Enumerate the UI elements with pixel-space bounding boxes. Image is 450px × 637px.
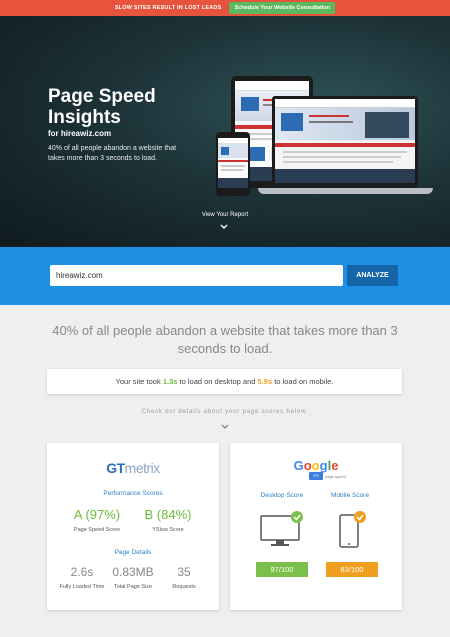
google-logo: Google — [293, 458, 339, 473]
details-prompt: Check out details about your page scores… — [141, 409, 309, 415]
page-details-title: Page Details — [114, 549, 152, 556]
desktop-icon — [260, 511, 303, 546]
gtmetrix-logo: GTmetrix — [106, 460, 160, 476]
desktop-load-time: 1.3s — [162, 377, 178, 386]
top-banner: SLOW SITES RESULT IN LOST LEADS Schedule… — [0, 0, 450, 16]
mobile-icon — [339, 511, 366, 548]
load-time-summary: Your site took 1.3s to load on desktop a… — [47, 369, 402, 394]
banner-message: SLOW SITES RESULT IN LOST LEADS — [114, 5, 222, 11]
gtmetrix-card: GTmetrix Performance Scores A (97%) Page… — [47, 443, 219, 610]
page-size-label: Total Page Size — [113, 584, 153, 590]
pagespeed-sublabel: page speed — [325, 474, 346, 479]
url-input[interactable] — [50, 265, 343, 286]
monitor-device-image — [272, 96, 418, 188]
mobile-score-title: Mobile Score — [331, 492, 369, 499]
pagespeed-label: Page Speed Score — [73, 527, 121, 533]
headline-text: 40% of all people abandon a website that… — [52, 323, 398, 356]
page-size-value: 0.83MB — [112, 565, 154, 579]
yslow-score: B (84%) — [144, 507, 192, 522]
google-pagespeed-card: Google PS page speed Desktop Score Mobil… — [230, 443, 402, 610]
search-band: ANALYZE — [0, 247, 450, 305]
yslow-label: YSlow Score — [152, 527, 184, 533]
chevron-down-icon — [221, 424, 229, 429]
fully-loaded-label: Fully Loaded Time — [59, 584, 105, 590]
requests-value: 35 — [177, 565, 191, 579]
chevron-down-icon[interactable] — [219, 223, 229, 231]
hero-section: Page Speed Insights for hireawiz.com 40%… — [0, 16, 450, 247]
mobile-score-badge: 83/100 — [326, 562, 378, 577]
hero-description: 40% of all people abandon a website that… — [48, 145, 177, 162]
view-report-link[interactable]: View Your Report — [0, 212, 450, 218]
hero-subtitle: for hireawiz.com — [48, 129, 112, 138]
fully-loaded-value: 2.6s — [70, 565, 94, 579]
performance-scores-title: Performance Scores — [103, 490, 163, 497]
requests-label: Requests — [172, 584, 196, 590]
mobile-load-time: 5.9s — [257, 377, 273, 386]
pagespeed-badge-icon: PS — [309, 472, 323, 480]
pagespeed-score: A (97%) — [73, 507, 121, 522]
analyze-button[interactable]: ANALYZE — [347, 265, 398, 286]
schedule-consultation-button[interactable]: Schedule Your Website Consultation — [229, 2, 336, 14]
monitor-stand — [258, 188, 433, 194]
phone-device-image — [216, 132, 250, 196]
desktop-score-badge: 97/100 — [256, 562, 308, 577]
hero-title: Page Speed Insights — [48, 86, 156, 128]
